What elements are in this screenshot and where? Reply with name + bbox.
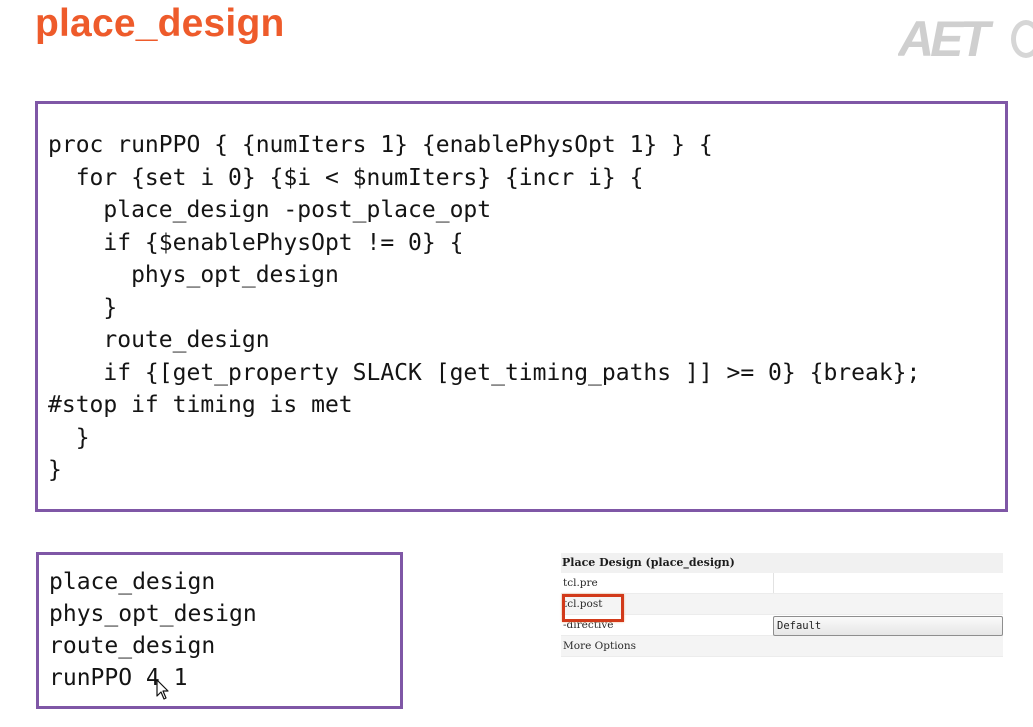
- code-line: route_design: [48, 327, 270, 353]
- command-line: place_design: [49, 569, 216, 595]
- command-line: runPPO 4 1: [49, 665, 188, 691]
- code-line: for {set i 0} {$i < $numIters} {incr i} …: [48, 164, 644, 191]
- directive-dropdown[interactable]: Default: [773, 616, 1003, 636]
- command-line: route_design: [49, 633, 216, 659]
- settings-row-tcl-pre: tcl.pre: [561, 573, 1003, 594]
- code-line: proc runPPO { {numIters 1} {enablePhysOp…: [48, 132, 713, 158]
- code-line: if {$enablePhysOpt != 0} {: [48, 229, 464, 256]
- mouse-pointer-icon: [156, 679, 169, 700]
- code-line: }: [48, 294, 118, 321]
- logo-text: AET: [898, 14, 990, 64]
- settings-label: tcl.pre: [563, 577, 598, 589]
- aet-logo-icon: AET: [898, 14, 1033, 64]
- procedure-code-box: proc runPPO { {numIters 1} {enablePhysOp…: [35, 101, 1008, 512]
- code-line: }: [48, 424, 90, 451]
- tcl-pre-field[interactable]: [773, 573, 1002, 593]
- code-line: #stop if timing is met: [48, 392, 353, 418]
- slide-title: place_design: [35, 2, 285, 45]
- place-design-settings-panel: Place Design (place_design) tcl.pre tcl.…: [561, 553, 1003, 659]
- logo-mark: [1011, 20, 1033, 58]
- code-line: if {[get_property SLACK [get_timing_path…: [48, 359, 921, 386]
- code-line: place_design -post_place_opt: [48, 197, 492, 223]
- code-line: phys_opt_design: [48, 262, 339, 288]
- command-line: phys_opt_design: [49, 601, 257, 627]
- tcl-post-highlight: [562, 594, 624, 622]
- settings-header: Place Design (place_design): [561, 553, 1003, 573]
- command-list-box: place_design phys_opt_design route_desig…: [36, 552, 403, 709]
- code-line: }: [48, 457, 62, 483]
- settings-row-more-options: More Options: [561, 636, 1003, 657]
- settings-row-tcl-post: tcl.post: [561, 594, 1003, 615]
- settings-label: More Options: [563, 640, 637, 652]
